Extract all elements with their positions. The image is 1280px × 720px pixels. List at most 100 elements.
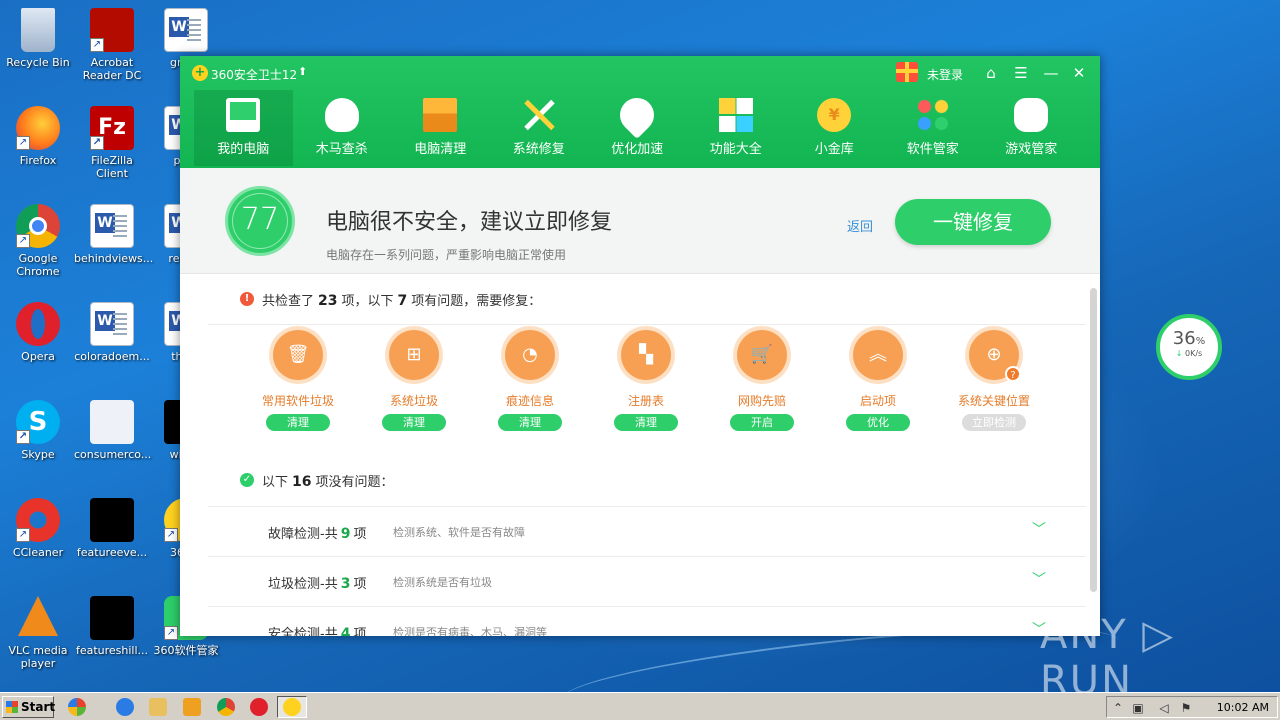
desktop-icon-vlc[interactable]: VLC media player [0, 596, 76, 670]
word-document-icon [90, 204, 134, 248]
taskbar: Start ⌃ ▣ ◁ ⚑ 10:02 AM [0, 692, 1280, 720]
category-row-junk[interactable]: 垃圾检测-共 3 项 检测系统是否有垃圾 ﹀ [208, 556, 1086, 606]
desktop-icon-filezilla[interactable]: Fz ↗ FileZilla Client [74, 106, 150, 180]
scrollbar[interactable] [1090, 288, 1097, 592]
chevron-down-icon[interactable]: ﹀ [1032, 519, 1046, 539]
desktop-icon-behindviews[interactable]: behindviews... [74, 204, 153, 265]
ok-summary: 以下 16 项没有问题： [262, 474, 394, 490]
black-file-icon [90, 596, 134, 640]
file-explorer-icon[interactable] [149, 698, 167, 716]
desktop-icon-featureshill[interactable]: featureshill... [74, 596, 150, 657]
desktop-icon-chrome[interactable]: ↗ Google Chrome [0, 204, 76, 278]
shortcut-arrow-icon: ↗ [90, 136, 104, 150]
desktop-icon-opera[interactable]: Opera [0, 302, 76, 363]
optimize-button[interactable]: 优化 [846, 414, 910, 431]
app-window: + 360安全卫士12 ⬆ 未登录 ⌂ ☰ — ✕ 我的电脑 木马查杀 电脑清理 [180, 56, 1100, 636]
window-header: + 360安全卫士12 ⬆ 未登录 ⌂ ☰ — ✕ 我的电脑 木马查杀 电脑清理 [180, 56, 1100, 168]
issue-item: 🛒 网购先赔 开启 [704, 330, 820, 431]
download-arrow-icon: ↓ [1175, 349, 1183, 358]
category-row-security[interactable]: 安全检测-共 4 项 检测是否有病毒、木马、漏洞等 ﹀ [208, 606, 1086, 636]
clean-button[interactable]: 清理 [266, 414, 330, 431]
trash-icon: 🗑 [273, 330, 323, 380]
minimize-icon[interactable]: — [1040, 62, 1062, 84]
media-center-icon[interactable] [68, 698, 86, 716]
360-logo-icon: + [192, 65, 208, 81]
opera-taskbar-icon[interactable] [250, 698, 268, 716]
network-speed-widget[interactable]: 36% ↓ 0K/s [1156, 314, 1222, 380]
feature-grid-icon [718, 98, 753, 132]
system-tray: ⌃ ▣ ◁ ⚑ 10:02 AM [1106, 696, 1278, 718]
nav-features[interactable]: 功能大全 [687, 90, 786, 166]
menu-icon[interactable]: ☰ [1010, 62, 1032, 84]
nav-optimize[interactable]: 优化加速 [588, 90, 687, 166]
skype-icon: S ↗ [16, 400, 60, 444]
desktop-icon-ccleaner[interactable]: ↗ CCleaner [0, 498, 76, 559]
ccleaner-icon: ↗ [16, 498, 60, 542]
black-file-icon [90, 498, 134, 542]
security-score: 77 [225, 186, 295, 256]
network-icon[interactable]: ▣ [1131, 701, 1145, 715]
issue-item: ▚ 注册表 清理 [588, 330, 704, 431]
desktop-icon-acrobat[interactable]: ↗ Acrobat Reader DC [74, 8, 150, 82]
issue-item: ⊕? 系统关键位置 立即检测 [936, 330, 1052, 431]
word-document-icon [164, 8, 208, 52]
shortcut-arrow-icon: ↗ [164, 528, 178, 542]
upgrade-arrow-icon[interactable]: ⬆ [298, 65, 307, 78]
chevron-down-icon[interactable]: ﹀ [1032, 569, 1046, 589]
login-link[interactable]: 未登录 [927, 66, 963, 83]
status-subtitle: 电脑存在一系列问题，严重影响电脑正常使用 [326, 248, 567, 262]
status-title: 电脑很不安全，建议立即修复 [326, 210, 613, 235]
tray-expand-icon[interactable]: ⌃ [1111, 701, 1125, 715]
firefox-icon: ↗ [16, 106, 60, 150]
skin-shirt-icon[interactable]: ⌂ [980, 62, 1002, 84]
close-icon[interactable]: ✕ [1068, 62, 1090, 84]
acrobat-icon: ↗ [90, 8, 134, 52]
recycle-bin-icon [21, 8, 55, 52]
clean-button[interactable]: 清理 [382, 414, 446, 431]
enable-button[interactable]: 开启 [730, 414, 794, 431]
gift-icon[interactable] [896, 62, 918, 82]
issues-summary: 共检查了 23 项，以下 7 项有问题，需要修复： [262, 293, 542, 309]
nav-my-computer[interactable]: 我的电脑 [194, 90, 293, 166]
computer-icon [226, 98, 261, 132]
vlc-cone-icon [18, 596, 58, 636]
media-player-icon[interactable] [183, 698, 201, 716]
shortcut-arrow-icon: ↗ [16, 136, 30, 150]
360-taskbar-button[interactable] [277, 696, 307, 718]
nav-software-manager[interactable]: 软件管家 [884, 90, 983, 166]
title-bar: + 360安全卫士12 ⬆ 未登录 ⌂ ☰ — ✕ [180, 56, 1100, 90]
shortcut-arrow-icon: ↗ [16, 430, 30, 444]
desktop-icon-skype[interactable]: S ↗ Skype [0, 400, 76, 461]
clean-button[interactable]: 清理 [614, 414, 678, 431]
rocket-icon [613, 90, 662, 140]
desktop-icon-consumerco[interactable]: consumerco... [74, 400, 151, 461]
nav-treasury[interactable]: ¥ 小金库 [785, 90, 884, 166]
action-center-flag-icon[interactable]: ⚑ [1179, 701, 1193, 715]
back-link[interactable]: 返回 [847, 216, 873, 235]
windows-icon: ⊞ [389, 330, 439, 380]
divider [208, 324, 1086, 325]
clock[interactable]: 10:02 AM [1217, 701, 1269, 714]
category-row-fault[interactable]: 故障检测-共 9 项 检测系统、软件是否有故障 ﹀ [208, 506, 1086, 556]
nav-system-repair[interactable]: 系统修复 [490, 90, 589, 166]
registry-icon: ▚ [621, 330, 671, 380]
gold-coin-icon: ¥ [817, 98, 852, 132]
desktop-icon-featureeve[interactable]: featureeve... [74, 498, 150, 559]
nav-game-manager[interactable]: 游戏管家 [982, 90, 1081, 166]
clean-button[interactable]: 清理 [498, 414, 562, 431]
start-button[interactable]: Start [2, 696, 55, 718]
chrome-taskbar-icon[interactable] [217, 698, 235, 716]
detect-now-button[interactable]: 立即检测 [962, 414, 1026, 431]
desktop-icon-recycle-bin[interactable]: Recycle Bin [0, 8, 76, 69]
internet-explorer-icon[interactable] [116, 698, 134, 716]
one-click-fix-button[interactable]: 一键修复 [895, 199, 1051, 245]
issue-item: ︽ 启动项 优化 [820, 330, 936, 431]
software-apps-icon [915, 98, 950, 132]
issue-item: ⊞ 系统垃圾 清理 [356, 330, 472, 431]
desktop-icon-coloradoem[interactable]: coloradoem... [74, 302, 150, 363]
question-badge-icon: ? [1005, 366, 1021, 382]
nav-trojan-scan[interactable]: 木马查杀 [293, 90, 392, 166]
nav-cleanup[interactable]: 电脑清理 [391, 90, 490, 166]
volume-icon[interactable]: ◁ [1157, 701, 1171, 715]
desktop-icon-firefox[interactable]: ↗ Firefox [0, 106, 76, 167]
